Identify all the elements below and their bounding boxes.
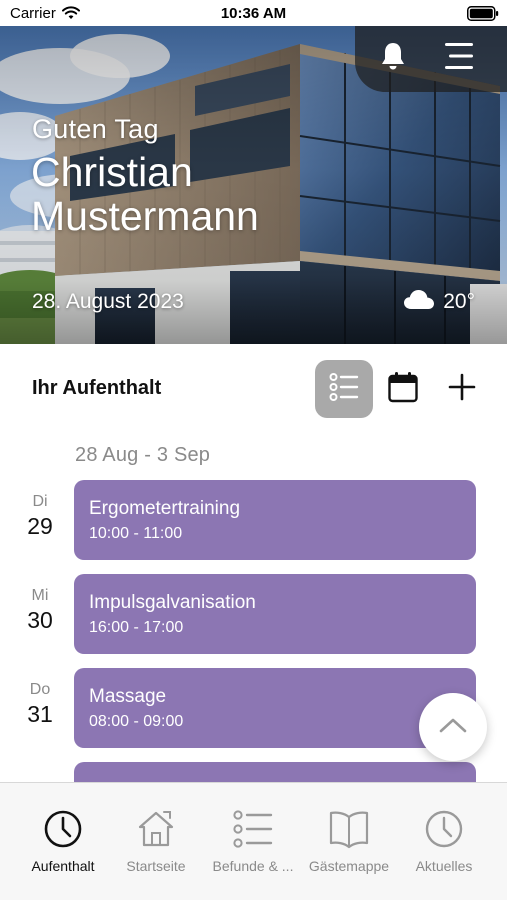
appointment-card[interactable] [74,762,476,782]
tab-label: Startseite [126,858,186,874]
list-icon [203,809,303,849]
tab-aufenthalt[interactable]: Aufenthalt [13,805,113,874]
appointment-card[interactable]: Massage 08:00 - 09:00 [74,668,476,748]
temperature: 20° [443,289,475,313]
weather-widget: 20° [403,288,475,315]
appointment-card[interactable]: Impulsgalvanisation 16:00 - 17:00 [74,574,476,654]
tab-startseite[interactable]: Startseite [106,805,206,874]
tab-label: Gästemappe [308,858,390,874]
appointment-time: 08:00 - 09:00 [89,713,184,730]
tab-label: Aktuelles [415,858,473,874]
bell-icon [380,41,406,76]
status-time: 10:36 AM [220,5,287,22]
entry-day: 29 [27,513,53,539]
greeting-text: Guten Tag [32,114,159,144]
scroll-to-top-button[interactable] [419,693,487,761]
week-range: 28 Aug - 3 Sep [75,444,211,466]
appointment-time: 10:00 - 11:00 [89,525,183,542]
book-icon [299,809,399,849]
notifications-button[interactable] [375,40,411,76]
appointment-title: Impulsgalvanisation [89,592,256,613]
entry-weekday: Di [32,493,48,510]
entry-day: 30 [27,607,53,633]
menu-button[interactable] [439,40,479,76]
chevron-up-icon [439,717,467,738]
cloud-icon [403,288,435,315]
appointment-time: 16:00 - 17:00 [89,619,184,636]
clock-icon [13,809,113,849]
section-title: Ihr Aufenthalt [32,377,162,399]
tab-aktuelles[interactable]: Aktuelles [394,805,494,874]
user-name: Christian Mustermann [31,149,259,239]
list-item [0,762,507,782]
appointment-title: Massage [89,686,167,707]
clock-icon [394,809,494,849]
status-bar: Carrier 10:36 AM [0,0,507,26]
tab-gaestemappe[interactable]: Gästemappe [299,805,399,874]
calendar-view-toggle[interactable] [384,370,422,408]
tab-bar: Aufenthalt Startseite Befunde & ... Gäst… [0,782,507,900]
home-icon [106,809,206,849]
tab-befunde[interactable]: Befunde & ... [203,805,303,874]
tab-label: Aufenthalt [31,858,95,874]
list-item: Mi 30 Impulsgalvanisation 16:00 - 17:00 [0,574,507,654]
battery-icon [467,6,499,26]
entry-weekday: Do [29,681,51,698]
tab-label: Befunde & ... [212,858,294,874]
entry-weekday: Mi [31,587,49,604]
list-view-toggle[interactable] [315,360,373,418]
appointment-title: Ergometertraining [89,498,241,519]
appointment-card[interactable]: Ergometertraining 10:00 - 11:00 [74,480,476,560]
hamburger-menu-icon [443,41,475,76]
list-item: Di 29 Ergometertraining 10:00 - 11:00 [0,480,507,560]
hero-banner: Guten Tag Christian Mustermann 28. Augus… [0,26,507,344]
add-button[interactable] [444,370,480,408]
current-date: 28. August 2023 [32,290,184,313]
entry-day: 31 [27,701,53,727]
hero-action-bar [355,26,507,92]
calendar-icon [388,371,418,408]
list-icon [329,372,359,406]
plus-icon [448,373,476,406]
